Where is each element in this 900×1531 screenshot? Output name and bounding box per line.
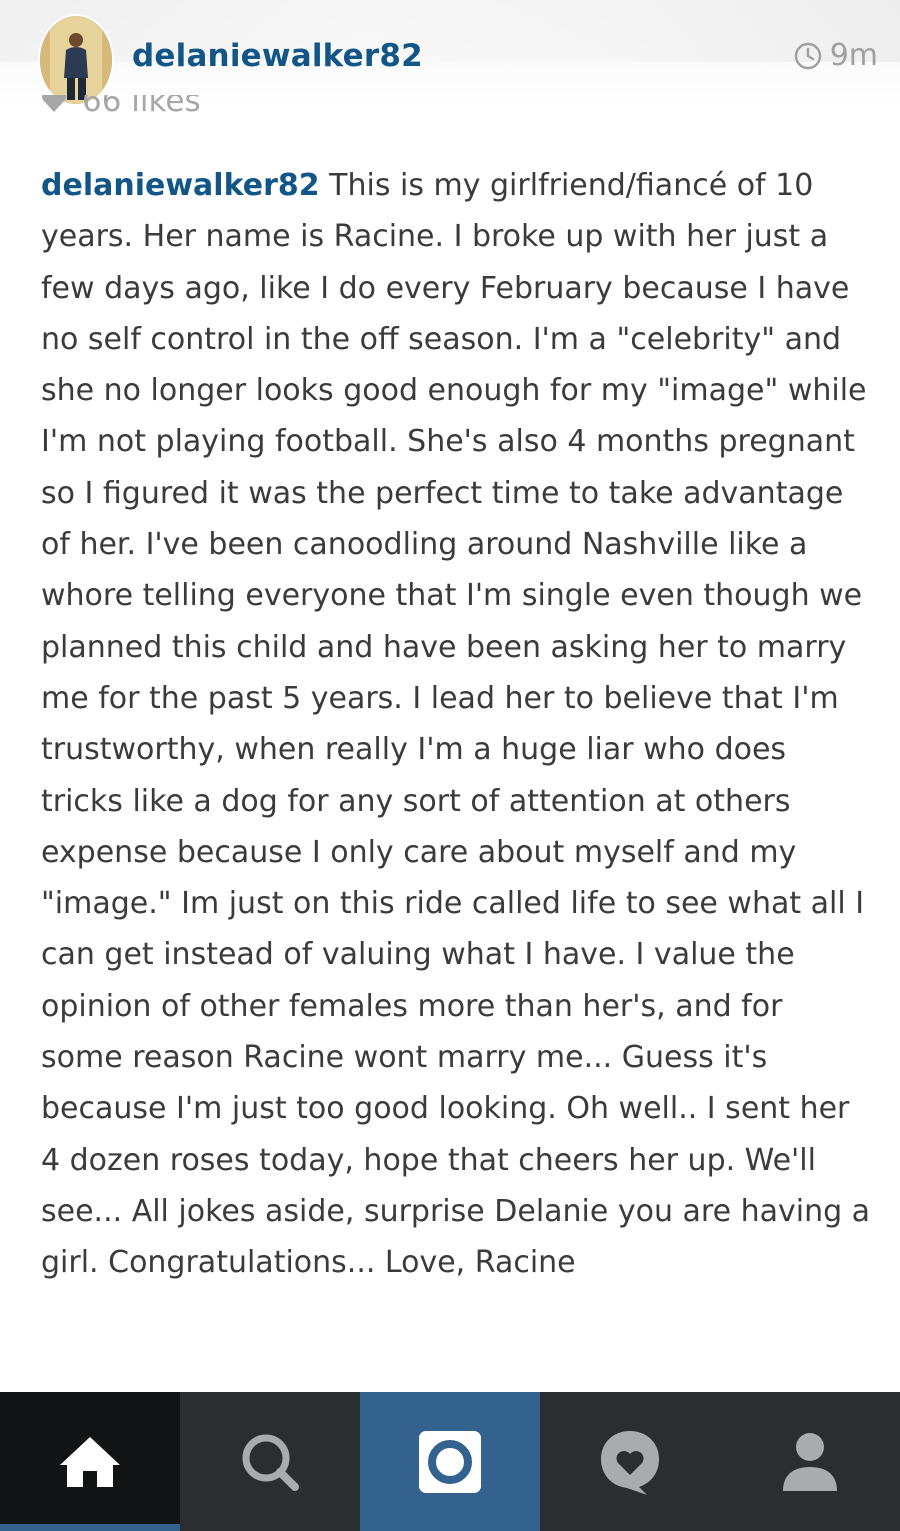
nav-search[interactable]: [180, 1392, 360, 1531]
heart-icon: [41, 95, 67, 112]
avatar[interactable]: [38, 14, 114, 106]
caption-username[interactable]: delaniewalker82: [41, 168, 320, 203]
nav-activity[interactable]: [540, 1392, 720, 1531]
profile-icon: [783, 1432, 837, 1491]
nav-profile[interactable]: [720, 1392, 900, 1531]
nav-camera[interactable]: [360, 1392, 540, 1531]
bottom-nav: [0, 1392, 900, 1531]
home-icon: [60, 1436, 120, 1487]
likes-count: 66 likes: [82, 95, 201, 119]
post-username[interactable]: delaniewalker82: [132, 38, 423, 74]
camera-icon: [419, 1430, 481, 1493]
post-caption: delaniewalker82 This is my girlfriend/fi…: [41, 160, 871, 1289]
post-time-text: 9m: [829, 38, 878, 73]
activity-icon: [601, 1430, 659, 1495]
nav-home[interactable]: [0, 1392, 180, 1531]
avatar-photo: [40, 16, 112, 104]
caption-text: This is my girlfriend/fiancé of 10 years…: [41, 168, 871, 1281]
search-icon: [242, 1434, 299, 1491]
clock-icon: [794, 42, 821, 69]
post-header: delaniewalker82 9m 66 likes: [0, 0, 900, 119]
likes-row[interactable]: 66 likes: [40, 95, 201, 131]
post-time: 9m: [794, 38, 878, 73]
